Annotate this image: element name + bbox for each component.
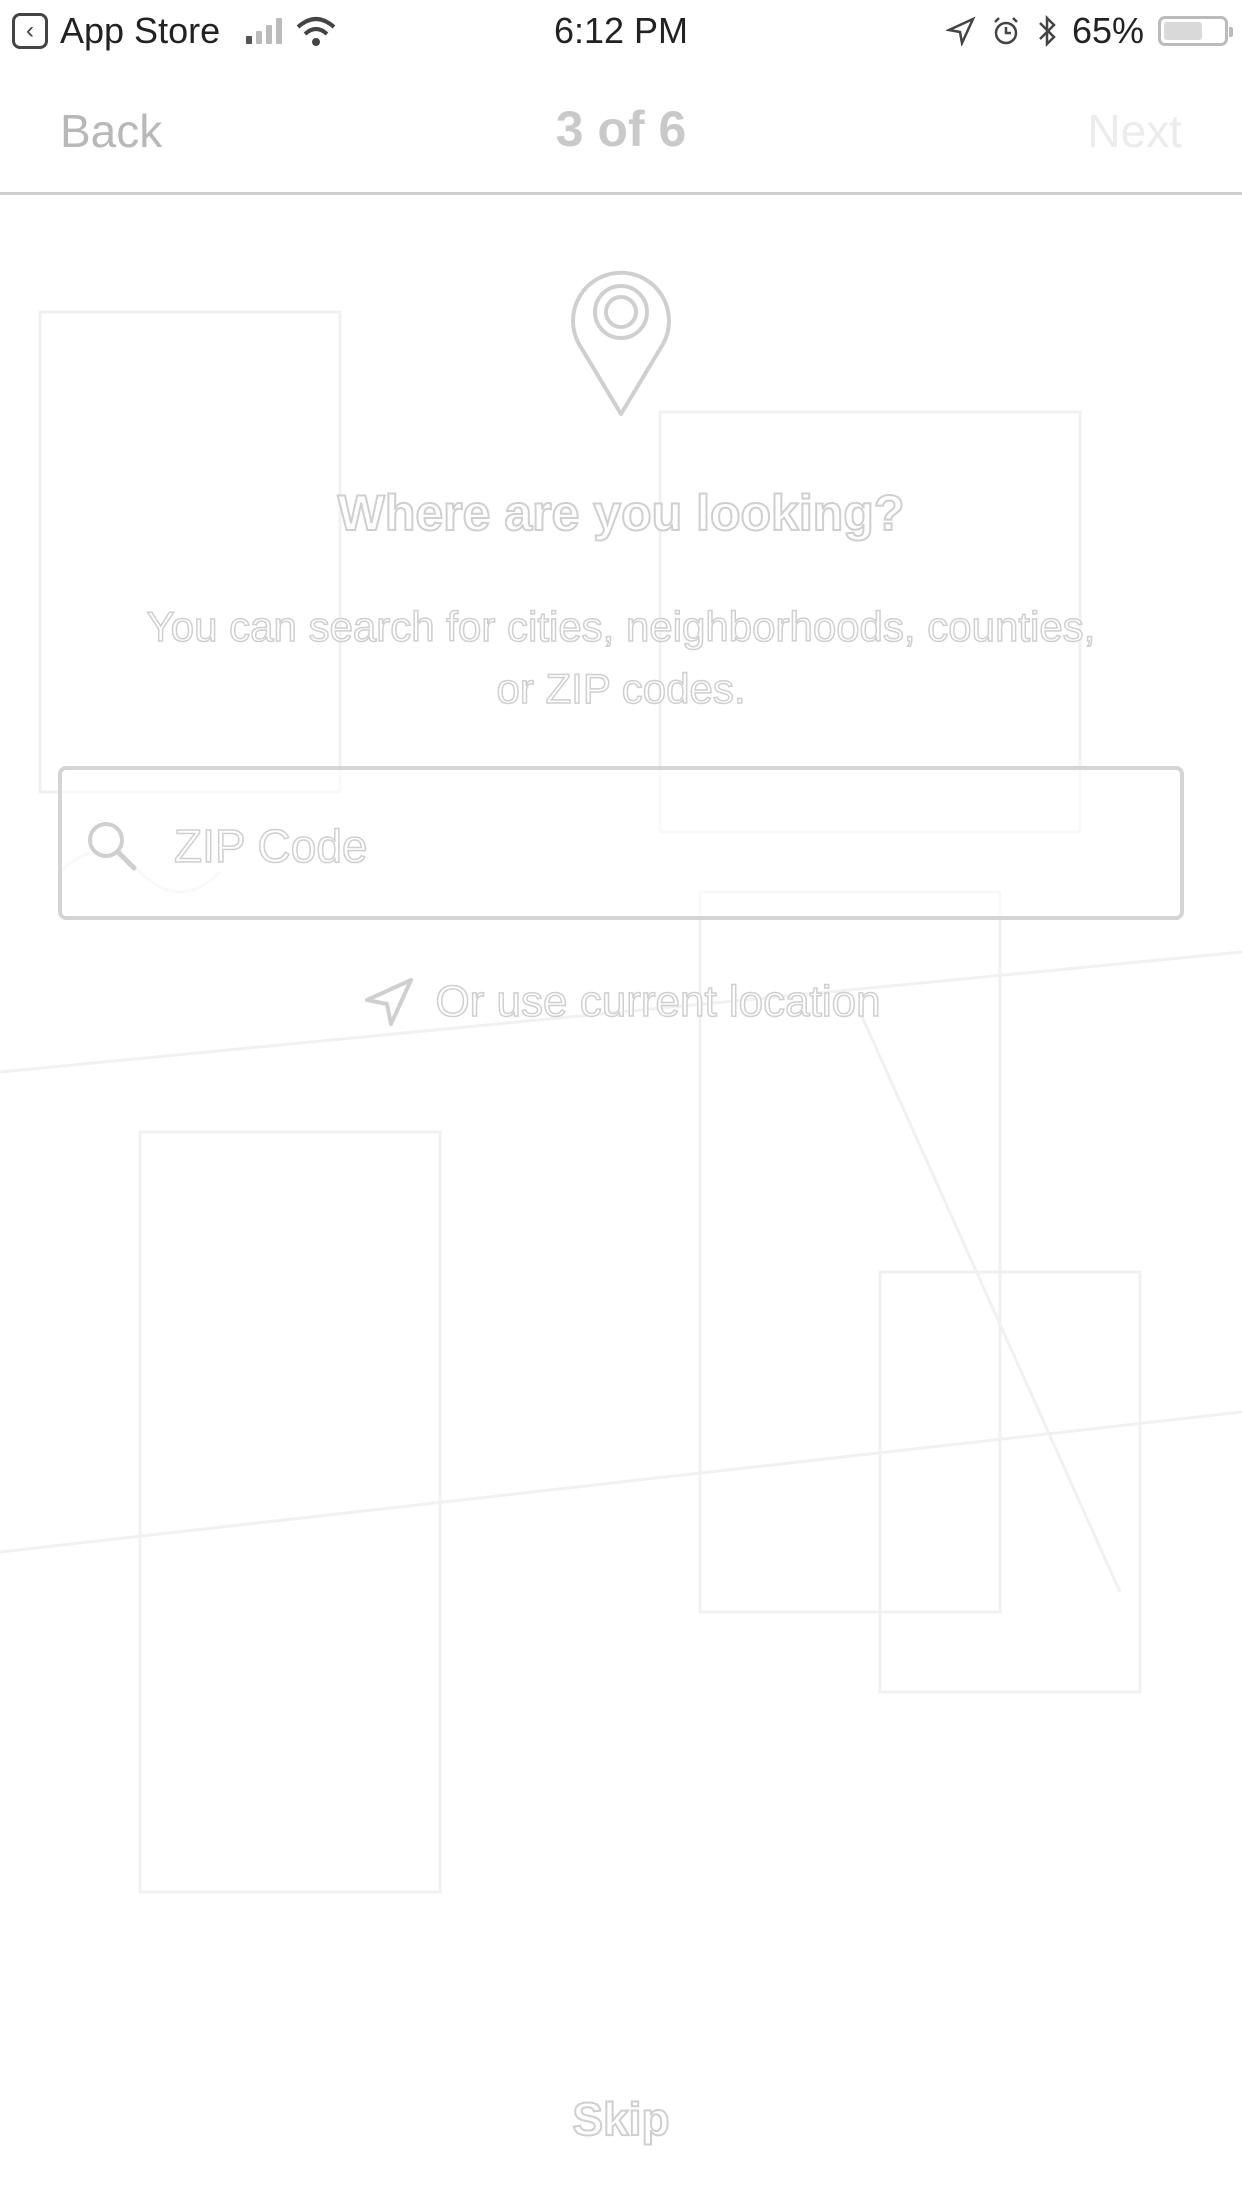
- page-title: Where are you looking?: [337, 484, 906, 542]
- use-current-location-label[interactable]: Or use current location: [435, 976, 882, 1027]
- status-bar: ‹ App Store 6:12 PM 65%: [0, 0, 1242, 62]
- back-app-label[interactable]: App Store: [60, 10, 220, 52]
- search-icon: [88, 822, 137, 871]
- signal-icon: [246, 18, 283, 44]
- next-button[interactable]: Next: [1087, 104, 1182, 158]
- location-arrow-icon: [365, 978, 414, 1026]
- status-right: 65%: [945, 10, 1233, 52]
- step-indicator: 3 of 6: [555, 101, 687, 157]
- wifi-icon: [296, 17, 336, 46]
- status-left: ‹ App Store: [12, 10, 338, 52]
- back-button[interactable]: Back: [60, 104, 162, 158]
- skip-button[interactable]: Skip: [0, 2092, 1242, 2146]
- back-app-icon[interactable]: ‹: [12, 13, 48, 49]
- location-arrow-icon: [945, 16, 976, 46]
- alarm-icon: [994, 17, 1018, 45]
- battery-icon: [1158, 16, 1233, 46]
- map-pin-icon: [571, 270, 671, 416]
- battery-fill: [1164, 22, 1202, 40]
- search-box[interactable]: [58, 766, 1184, 920]
- page-description: You can search for cities, neighborhoods…: [146, 602, 1096, 713]
- bluetooth-icon: [1039, 14, 1056, 48]
- zip-code-input[interactable]: [172, 800, 1156, 892]
- nav-bar: Back 3 of 6 Next: [0, 70, 1242, 195]
- battery-percent: 65%: [1071, 10, 1144, 51]
- use-current-location-link[interactable]: Or use current location: [0, 974, 1242, 1030]
